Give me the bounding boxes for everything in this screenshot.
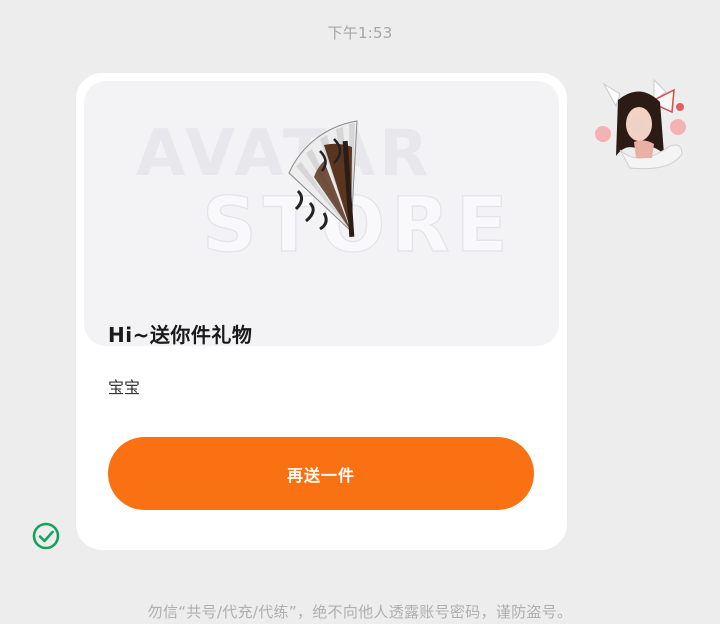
delivery-status [31,521,61,551]
send-again-button[interactable]: 再送一件 [108,437,534,510]
gift-card[interactable]: AVATAR STORE Hi~送你件礼物 宝宝 再送一件 [76,73,567,550]
gift-title: Hi~送你件礼物 [108,323,253,347]
anime-girl-avatar-icon [590,72,690,172]
message-timestamp: 下午1:53 [327,24,393,42]
watermark-store: STORE [202,180,514,269]
gift-banner: AVATAR STORE [84,81,559,346]
security-notice: 勿信“共号/代充/代练”，绝不向他人透露账号密码，谨防盗号。 [147,603,573,621]
sender-avatar[interactable] [590,72,690,172]
check-circle-icon [32,522,60,550]
gift-message: 宝宝 [108,378,141,397]
